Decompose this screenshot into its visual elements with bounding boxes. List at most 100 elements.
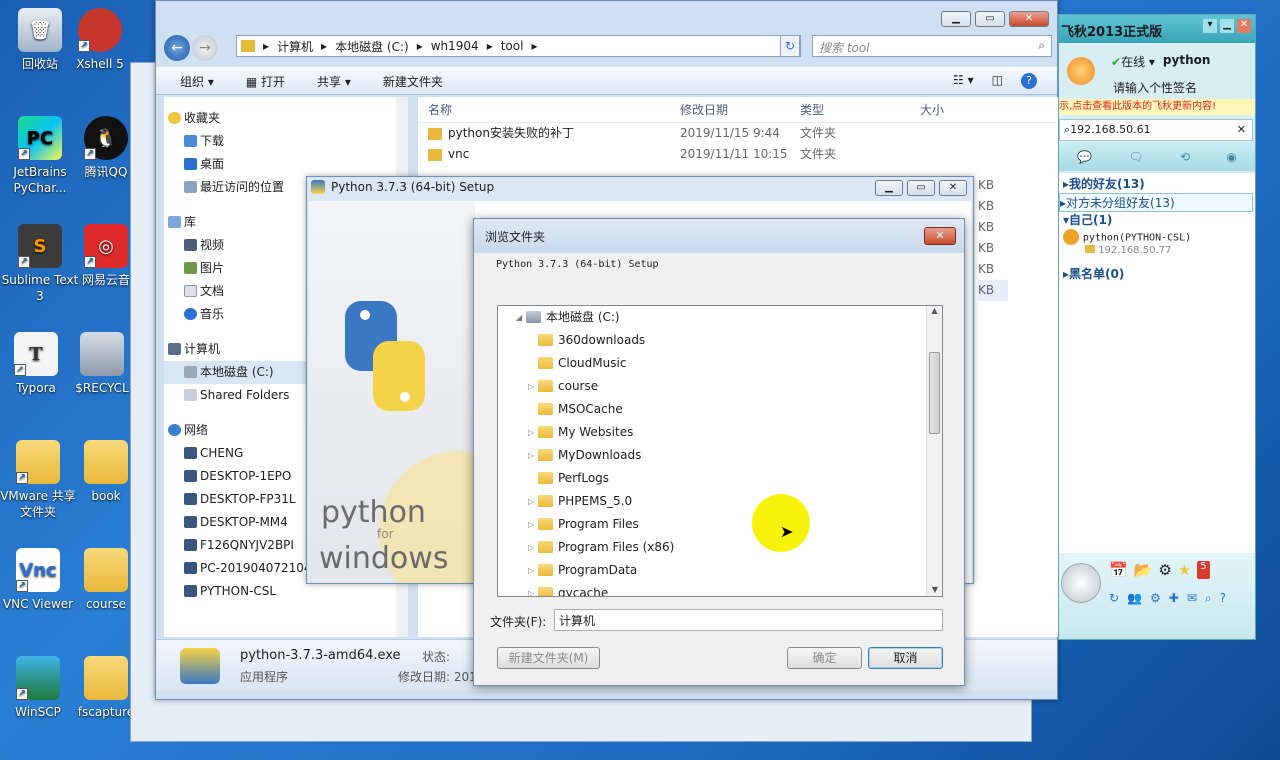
tree-item-folder[interactable]: ▷ My Websites bbox=[498, 421, 942, 444]
nav-favorites[interactable]: 收藏夹 bbox=[164, 107, 403, 130]
feiq-search-input[interactable]: ⌕192.168.50.61 ✕ bbox=[1059, 119, 1253, 141]
desktop-icon-vnc-viewer[interactable]: Vnc ↗ VNC Viewer bbox=[0, 540, 76, 640]
address-bar[interactable]: ▸ 计算机 ▸ 本地磁盘 (C:) ▸ wh1904 ▸ tool ▸ ▼ bbox=[236, 35, 801, 57]
group-unassigned[interactable]: ▸对方未分组好友(13) bbox=[1059, 193, 1253, 212]
tree-item-folder[interactable]: ▷ ProgramData bbox=[498, 559, 942, 582]
tree-scrollbar[interactable]: ▲ ▼ bbox=[926, 306, 942, 596]
search-icon[interactable]: ⌕ bbox=[1205, 591, 1212, 606]
status-selector[interactable]: ✔在线 ▾ bbox=[1111, 53, 1155, 70]
desktop-icon-pycharm[interactable]: PC ↗ JetBrains PyChar... bbox=[0, 108, 80, 208]
expanded-arrow-icon[interactable]: ◢ bbox=[516, 306, 522, 329]
scroll-thumb[interactable] bbox=[929, 352, 940, 434]
column-size[interactable]: 大小 bbox=[920, 97, 1000, 122]
table-row[interactable]: python安装失败的补丁 2019/11/15 9:44 文件夹 bbox=[418, 123, 1058, 144]
desktop-icon-xshell[interactable]: ↗ Xshell 5 bbox=[70, 0, 130, 100]
new-folder-button[interactable]: 新建文件夹 bbox=[383, 73, 443, 90]
search-input[interactable]: 搜索 tool ⌕ bbox=[812, 35, 1052, 57]
open-button[interactable]: ▦ 打开 bbox=[246, 73, 285, 90]
desktop-icon-qq[interactable]: 🐧 ↗ 腾讯QQ bbox=[76, 108, 136, 208]
notification-icon[interactable]: 5 bbox=[1197, 561, 1210, 579]
tree-item-folder[interactable]: MSOCache bbox=[498, 398, 942, 421]
folder-tree[interactable]: ◢ 本地磁盘 (C:) 360downloads CloudMusic ▷ cours… bbox=[497, 305, 943, 597]
tree-item-folder[interactable]: ▷ qycache bbox=[498, 582, 942, 596]
help-icon[interactable]: ? bbox=[1220, 591, 1226, 606]
scroll-up-icon[interactable]: ▲ bbox=[927, 306, 942, 315]
column-date[interactable]: 修改日期 bbox=[680, 97, 800, 122]
breadcrumb-computer[interactable]: 计算机 bbox=[277, 38, 313, 55]
column-name[interactable]: 名称 bbox=[418, 97, 680, 122]
desktop-icon-recycle-folder[interactable]: $RECYCL bbox=[72, 324, 132, 424]
signature-input[interactable]: 请输入个性签名 bbox=[1113, 79, 1197, 96]
breadcrumb-local-disk[interactable]: 本地磁盘 (C:) bbox=[335, 38, 409, 55]
tree-item-folder[interactable]: ▷ Program Files (x86) bbox=[498, 536, 942, 559]
expand-arrow-icon[interactable]: ▷ bbox=[528, 421, 534, 444]
expand-arrow-icon[interactable]: ▷ bbox=[528, 490, 534, 513]
tree-item-folder[interactable]: PerfLogs bbox=[498, 467, 942, 490]
nav-desktop[interactable]: 桌面 bbox=[164, 153, 403, 176]
favorite-star-icon[interactable]: ★ bbox=[1178, 561, 1191, 579]
desktop-icon-winscp[interactable]: ↗ WinSCP bbox=[0, 648, 76, 748]
message-icon[interactable]: ✉ bbox=[1187, 591, 1197, 606]
refresh-icon[interactable]: ↻ bbox=[1109, 591, 1119, 606]
avatar[interactable] bbox=[1067, 57, 1095, 85]
plugin-icon[interactable]: ⚙ bbox=[1158, 561, 1171, 579]
desktop-icon-typora[interactable]: T ↗ Typora bbox=[0, 324, 72, 424]
breadcrumb-wh1904[interactable]: wh1904 bbox=[431, 39, 479, 53]
scroll-down-icon[interactable]: ▼ bbox=[927, 585, 942, 594]
tab-recent-icon[interactable]: ⟲ bbox=[1180, 150, 1190, 164]
add-contact-icon[interactable]: ✚ bbox=[1169, 591, 1179, 606]
column-type[interactable]: 类型 bbox=[800, 97, 920, 122]
help-icon[interactable]: ? bbox=[1021, 73, 1037, 89]
expand-arrow-icon[interactable]: ▷ bbox=[528, 375, 534, 398]
forward-arrow-icon[interactable]: → bbox=[192, 35, 218, 61]
skin-icon[interactable]: ▾ bbox=[1203, 19, 1217, 33]
folder-field[interactable]: 计算机 bbox=[554, 609, 943, 631]
expand-arrow-icon[interactable]: ▷ bbox=[528, 536, 534, 559]
preview-pane-icon[interactable]: ◫ bbox=[992, 73, 1003, 89]
new-folder-button[interactable]: 新建文件夹(M) bbox=[497, 647, 600, 669]
desktop-icon-fscapture[interactable]: fscapture bbox=[76, 648, 136, 748]
tree-item-folder[interactable]: ▷ PHPEMS_5.0 bbox=[498, 490, 942, 513]
close-button[interactable]: ✕ bbox=[939, 180, 967, 196]
desktop-icon-vmware-shared[interactable]: ↗ VMware 共享文件夹 bbox=[0, 432, 76, 532]
file-share-icon[interactable]: 📂 bbox=[1134, 561, 1153, 579]
cancel-button[interactable]: 取消 bbox=[868, 647, 943, 669]
back-arrow-icon[interactable]: ← bbox=[164, 35, 190, 61]
settings-icon[interactable]: ⚙ bbox=[1150, 591, 1161, 606]
calendar-icon[interactable]: 📅 bbox=[1109, 561, 1128, 579]
tree-item-local-disk[interactable]: ◢ 本地磁盘 (C:) bbox=[498, 306, 942, 329]
minimize-button[interactable]: ▁ bbox=[1220, 19, 1234, 33]
tree-item-folder[interactable]: ▷ Program Files bbox=[498, 513, 942, 536]
minimize-button[interactable]: ▁ bbox=[941, 11, 971, 27]
table-row[interactable]: vnc 2019/11/11 10:15 文件夹 bbox=[418, 144, 1058, 165]
close-button[interactable]: ✕ bbox=[1237, 19, 1251, 33]
tree-item-folder[interactable]: ▷ course bbox=[498, 375, 942, 398]
share-button[interactable]: 共享 ▾ bbox=[317, 73, 351, 90]
desktop-icon-recycle-bin[interactable]: 🗑 回收站 bbox=[0, 0, 80, 100]
expand-arrow-icon[interactable]: ▷ bbox=[528, 559, 534, 582]
tab-web-icon[interactable]: ◉ bbox=[1226, 150, 1236, 164]
clear-icon[interactable]: ✕ bbox=[1237, 120, 1246, 140]
contact-self[interactable]: python(PYTHON-CSL) 192.168.50.77 bbox=[1063, 229, 1191, 256]
ok-button[interactable]: 确定 bbox=[787, 647, 862, 669]
update-banner[interactable]: 示,点击查看此版本的飞秋更新内容! bbox=[1059, 99, 1255, 115]
tree-item-folder[interactable]: CloudMusic bbox=[498, 352, 942, 375]
desktop-icon-sublime[interactable]: S ↗ Sublime Text 3 bbox=[0, 216, 80, 316]
expand-arrow-icon[interactable]: ▷ bbox=[528, 582, 534, 596]
tree-item-folder[interactable]: ▷ MyDownloads bbox=[498, 444, 942, 467]
minimize-button[interactable]: ▁ bbox=[875, 180, 903, 196]
group-self[interactable]: ▾自己(1) bbox=[1063, 211, 1112, 228]
tab-friends-icon[interactable]: 💬 bbox=[1077, 150, 1092, 164]
nav-downloads[interactable]: 下载 bbox=[164, 130, 403, 153]
tree-item-folder[interactable]: 360downloads bbox=[498, 329, 942, 352]
close-button[interactable]: ✕ bbox=[1009, 11, 1049, 27]
group-blacklist[interactable]: ▸黑名单(0) bbox=[1063, 265, 1124, 282]
users-icon[interactable]: 👥 bbox=[1127, 591, 1142, 606]
desktop-icon-book[interactable]: book bbox=[76, 432, 136, 532]
tab-groups-icon[interactable]: 🗨 bbox=[1128, 150, 1143, 164]
maximize-button[interactable]: ▭ bbox=[907, 180, 935, 196]
organize-button[interactable]: 组织 ▾ bbox=[180, 73, 214, 90]
refresh-icon[interactable]: ↻ bbox=[780, 35, 800, 57]
expand-arrow-icon[interactable]: ▷ bbox=[528, 513, 534, 536]
close-button[interactable]: ✕ bbox=[924, 227, 956, 245]
